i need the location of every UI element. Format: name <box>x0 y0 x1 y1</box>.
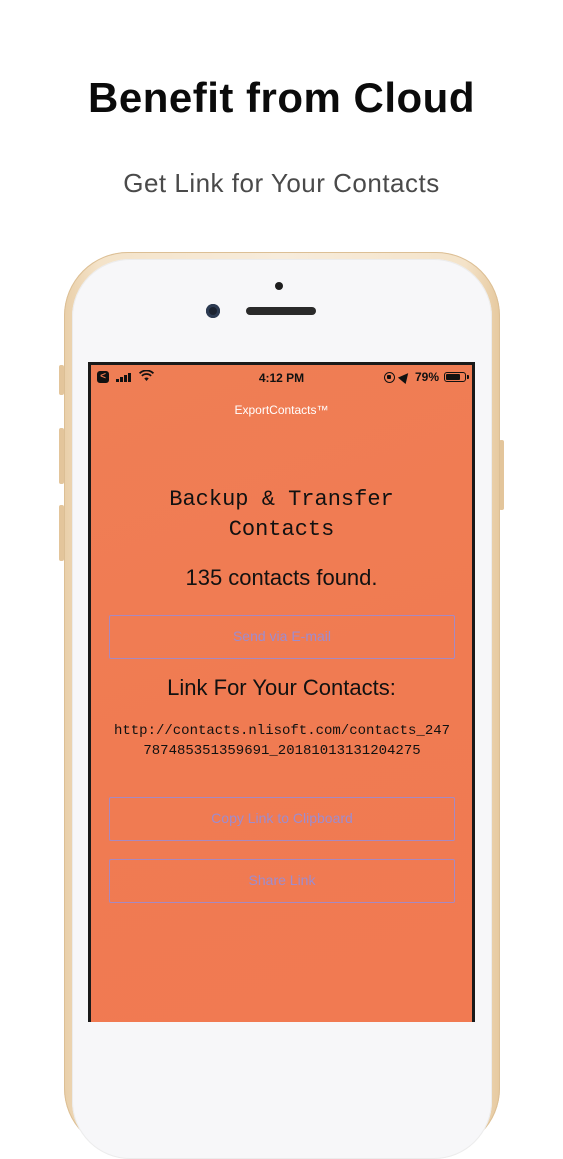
proximity-sensor <box>275 282 283 290</box>
contacts-count: 135 contacts found. <box>185 565 378 590</box>
contacts-link-url: http://contacts.nlisoft.com/contacts_247… <box>113 723 451 759</box>
battery-percent: 79% <box>414 370 439 384</box>
link-heading: Link For Your Contacts: <box>167 675 396 700</box>
battery-fill <box>446 374 461 380</box>
promo-subtitle: Get Link for Your Contacts <box>123 168 440 198</box>
share-link-button[interactable]: Share Link <box>109 859 455 903</box>
status-icons-right: 79% <box>383 369 469 385</box>
nav-title: ExportContacts™ <box>234 403 329 417</box>
send-email-button[interactable]: Send via E-mail <box>109 615 455 659</box>
earpiece-speaker <box>246 307 316 315</box>
headline: Backup & Transfer Contacts <box>169 487 394 542</box>
battery-icon <box>444 372 469 382</box>
front-camera <box>206 304 220 318</box>
location-icon <box>397 369 413 385</box>
phone-screen: < 4:12 PM 79% ExportContacts™ Backup & T… <box>88 362 475 1022</box>
promo-title: Benefit from Cloud <box>88 74 475 121</box>
rotation-lock-icon <box>383 371 395 383</box>
status-bar: < 4:12 PM 79% <box>91 365 472 391</box>
copy-link-button[interactable]: Copy Link to Clipboard <box>109 797 455 841</box>
